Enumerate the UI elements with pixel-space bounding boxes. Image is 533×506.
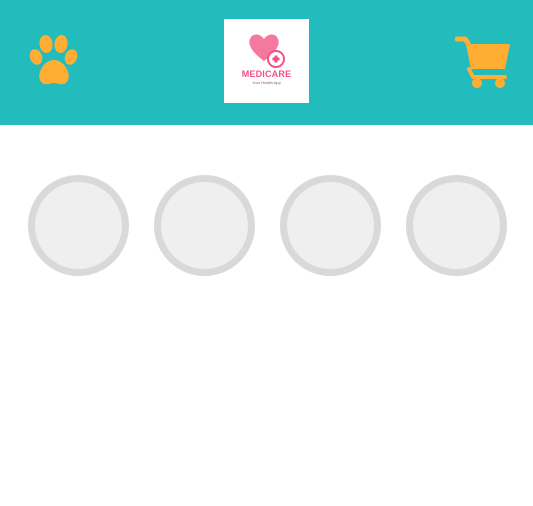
- paw-button[interactable]: [26, 33, 82, 89]
- category-placeholder[interactable]: [28, 175, 129, 276]
- app-header: MEDICARE Your Health App: [0, 0, 533, 125]
- paw-icon: [29, 35, 78, 85]
- shopping-cart-icon: [454, 36, 510, 88]
- logo-subtitle: Your Health App: [252, 80, 281, 85]
- category-placeholder[interactable]: [406, 175, 507, 276]
- logo-title: MEDICARE: [241, 69, 292, 79]
- heart-plus-icon: [249, 34, 285, 68]
- category-placeholder[interactable]: [154, 175, 255, 276]
- medicare-logo: MEDICARE Your Health App: [224, 19, 309, 103]
- category-placeholder[interactable]: [280, 175, 381, 276]
- cart-button[interactable]: [454, 33, 513, 89]
